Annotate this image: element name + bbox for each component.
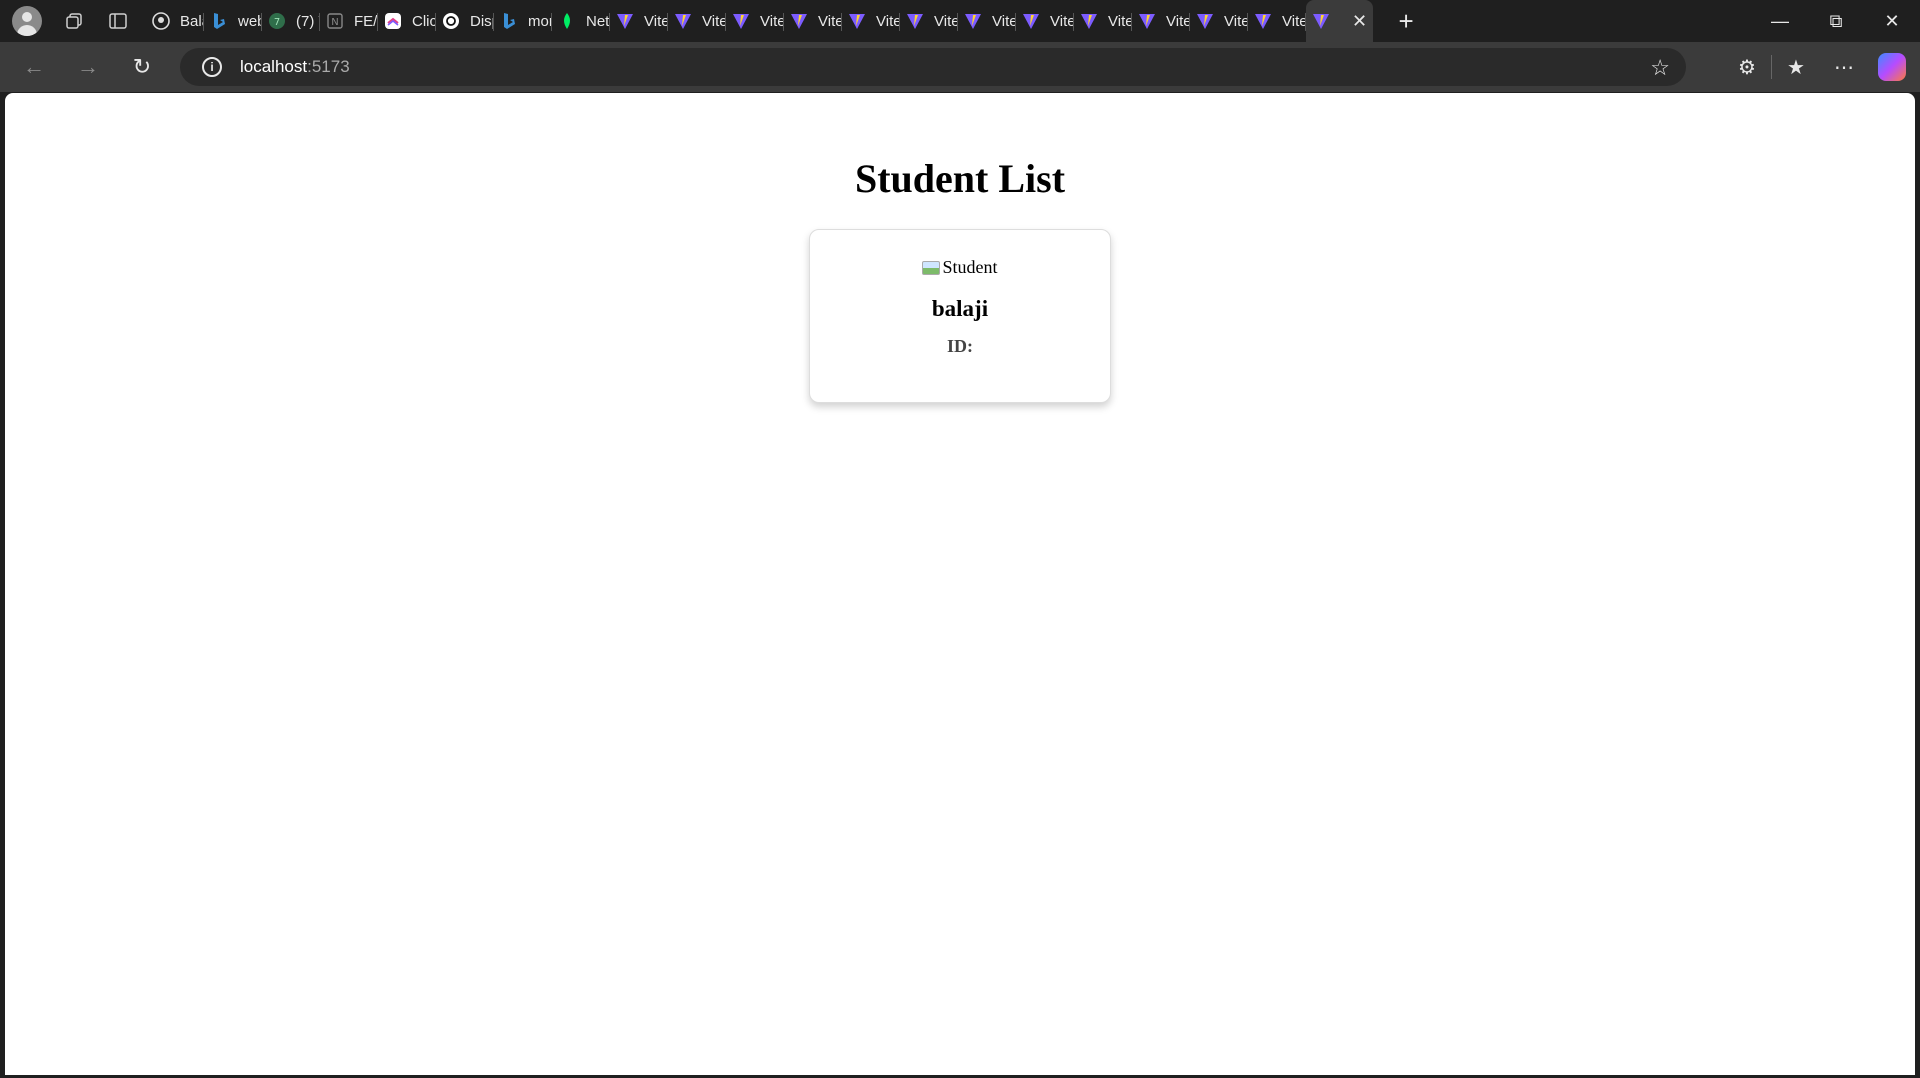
favorites-icon[interactable]: ★: [1772, 49, 1820, 85]
back-button[interactable]: ←: [12, 49, 56, 85]
browser-tab[interactable]: Vite: [958, 4, 1016, 38]
tab-label: Vite: [1282, 12, 1306, 30]
close-window-button[interactable]: ✕: [1864, 0, 1920, 42]
tab-strip: Bala web 7 (7) V N FE/E Click Disp mor Netv Vite Vi…: [146, 0, 1374, 42]
browser-tab[interactable]: web: [204, 4, 262, 38]
browser-tab[interactable]: Vite: [1016, 4, 1074, 38]
tab-label: Vite: [702, 12, 726, 30]
tab-label: Click: [412, 12, 436, 30]
notion-icon: N: [326, 12, 344, 30]
address-bar[interactable]: i localhost:5173 ☆: [180, 48, 1686, 86]
browser-tab[interactable]: Vite: [1248, 4, 1306, 38]
browser-tab[interactable]: Vite: [668, 4, 726, 38]
copilot-icon[interactable]: [1878, 53, 1906, 81]
mongodb-icon: [558, 12, 576, 30]
browser-tab[interactable]: mor: [494, 4, 552, 38]
tab-label: Vite: [1108, 12, 1132, 30]
tab-label: Netv: [586, 12, 610, 30]
url-text[interactable]: localhost:5173: [240, 57, 350, 77]
active-browser-tab[interactable]: ✕: [1306, 0, 1374, 42]
browser-tab[interactable]: Vite: [900, 4, 958, 38]
browser-tab[interactable]: Bala: [146, 4, 204, 38]
vite-icon: [848, 12, 866, 30]
vite-icon: [1080, 12, 1098, 30]
tab-label: mor: [528, 12, 552, 30]
minimize-button[interactable]: —: [1752, 0, 1808, 42]
tab-label: web: [238, 12, 262, 30]
clickup-icon: [384, 12, 402, 30]
vite-icon: [732, 12, 750, 30]
broken-image-icon: [922, 260, 941, 275]
tab-label: FE/E: [354, 12, 378, 30]
student-name: balaji: [931, 295, 989, 321]
restore-button[interactable]: ⧉: [1808, 0, 1864, 42]
browser-tab[interactable]: N FE/E: [320, 4, 378, 38]
tab-label: Bala: [180, 12, 204, 30]
vite-icon: [674, 12, 692, 30]
browser-tab[interactable]: Vite: [784, 4, 842, 38]
browser-tab[interactable]: Vite: [726, 4, 784, 38]
browser-tab[interactable]: Vite: [1074, 4, 1132, 38]
browser-tab[interactable]: Vite: [610, 4, 668, 38]
browser-tab[interactable]: Vite: [1132, 4, 1190, 38]
student-id: ID:: [947, 335, 973, 356]
new-tab-button[interactable]: +: [1391, 6, 1421, 37]
tab-label: Vite: [1224, 12, 1248, 30]
browser-tab[interactable]: 7 (7) V: [262, 4, 320, 38]
tab-label: Vite: [876, 12, 900, 30]
vite-icon: [1022, 12, 1040, 30]
svg-text:N: N: [331, 17, 338, 28]
close-tab-icon[interactable]: ✕: [1352, 11, 1367, 32]
refresh-button[interactable]: ↻: [120, 49, 164, 85]
forward-button[interactable]: →: [66, 49, 110, 85]
tab-label: Vite: [644, 12, 668, 30]
vite-icon: [964, 12, 982, 30]
tab-label: Vite: [760, 12, 784, 30]
vite-icon: [616, 12, 634, 30]
vite-icon: [1254, 12, 1272, 30]
svg-text:7: 7: [274, 17, 280, 28]
tab-label: Vite: [818, 12, 842, 30]
browser-tab[interactable]: Vite: [1190, 4, 1248, 38]
browser-tab[interactable]: Vite: [842, 4, 900, 38]
tab-label: Disp: [470, 12, 494, 30]
vertical-tabs-icon[interactable]: [98, 5, 138, 37]
whatsapp-icon: 7: [268, 12, 286, 30]
student-card: Student balaji ID:: [809, 229, 1111, 403]
profile-avatar-icon[interactable]: [12, 6, 42, 36]
tab-label: Vite: [992, 12, 1016, 30]
tab-label: Vite: [934, 12, 958, 30]
vite-icon: [1312, 12, 1330, 30]
tab-label: (7) V: [296, 12, 320, 30]
vite-icon: [1196, 12, 1214, 30]
page-title: Student List: [854, 156, 1066, 201]
bing-icon: [210, 12, 228, 30]
github-icon: [152, 12, 170, 30]
vite-icon: [1138, 12, 1156, 30]
browser-tab[interactable]: Click: [378, 4, 436, 38]
site-info-icon[interactable]: i: [202, 57, 222, 77]
student-image: Student: [922, 257, 998, 278]
tab-bar: Bala web 7 (7) V N FE/E Click Disp mor Netv Vite Vi…: [0, 0, 1920, 42]
more-menu-icon[interactable]: ⋯: [1820, 49, 1868, 85]
browser-toolbar: ← → ↻ i localhost:5173 ☆ ⚙ ★ ⋯: [0, 42, 1920, 92]
browser-tab[interactable]: Disp: [436, 4, 494, 38]
browser-tab[interactable]: Netv: [552, 4, 610, 38]
extensions-icon[interactable]: ⚙: [1723, 49, 1771, 85]
bing-icon: [500, 12, 518, 30]
chatgpt-icon: [442, 12, 460, 30]
vite-icon: [790, 12, 808, 30]
student-image-alt: Student: [942, 257, 998, 277]
vite-icon: [906, 12, 924, 30]
tab-label: Vite: [1166, 12, 1190, 30]
tab-label: Vite: [1050, 12, 1074, 30]
workspaces-icon[interactable]: [54, 5, 94, 37]
page-viewport: Student List Student balaji ID:: [5, 93, 1915, 1075]
favorite-star-icon[interactable]: ☆: [1650, 55, 1670, 81]
